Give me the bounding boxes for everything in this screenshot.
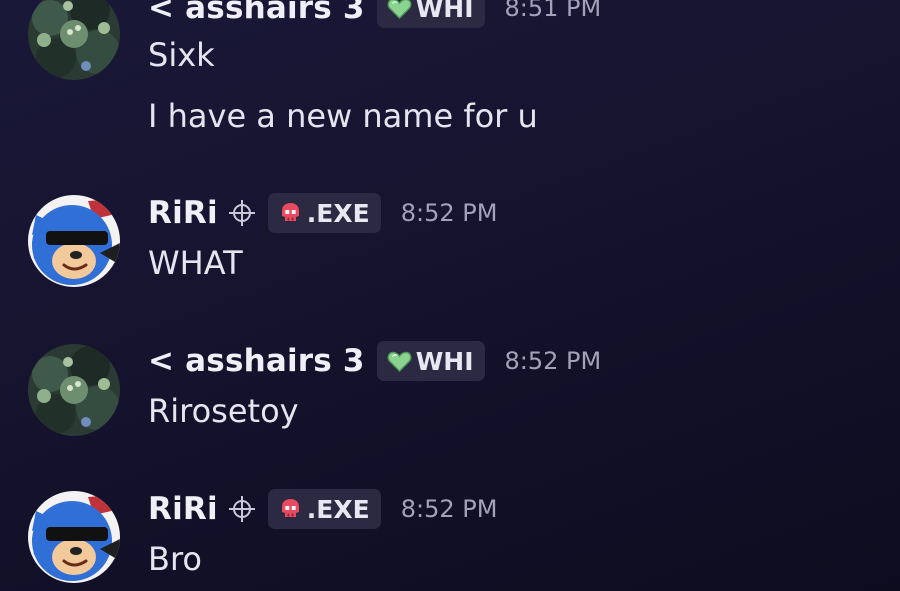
green-heart-icon (387, 0, 412, 21)
role-badge[interactable]: .EXE (267, 489, 381, 529)
message-header: < asshairs 3 WHI 8:51 PM (148, 0, 601, 30)
role-badge[interactable]: WHI (376, 341, 485, 381)
timestamp[interactable]: 8:51 PM (505, 0, 602, 22)
message-text: I have a new name for u (148, 97, 538, 135)
role-badge[interactable]: .EXE (267, 193, 381, 233)
timestamp[interactable]: 8:52 PM (401, 495, 498, 523)
username[interactable]: RiRi (148, 491, 218, 527)
username[interactable]: < asshairs 3 (148, 0, 365, 26)
badge-label: WHI (415, 346, 474, 376)
message-header: RiRi .EXE 8:52 PM (148, 487, 497, 531)
avatar-image (28, 344, 120, 436)
crosshair-icon (228, 199, 256, 227)
crosshair-icon (228, 495, 256, 523)
badge-label: WHI (415, 0, 474, 23)
message-text: Sixk (148, 36, 215, 74)
red-skull-icon (278, 497, 303, 522)
message-text: Bro (148, 540, 202, 578)
avatar[interactable] (28, 0, 120, 80)
timestamp[interactable]: 8:52 PM (401, 199, 498, 227)
message-text: Rirosetoy (148, 392, 299, 430)
message-header: < asshairs 3 WHI 8:52 PM (148, 339, 601, 383)
avatar[interactable] (28, 491, 120, 583)
username[interactable]: < asshairs 3 (148, 343, 365, 379)
username[interactable]: RiRi (148, 195, 218, 231)
green-heart-icon (387, 349, 412, 374)
avatar[interactable] (28, 344, 120, 436)
avatar-image (28, 0, 120, 80)
avatar-image (28, 491, 120, 583)
message-header: RiRi .EXE 8:52 PM (148, 191, 497, 235)
avatar[interactable] (28, 195, 120, 287)
badge-label: .EXE (306, 494, 370, 524)
timestamp[interactable]: 8:52 PM (505, 347, 602, 375)
role-badge[interactable]: WHI (376, 0, 485, 28)
badge-label: .EXE (306, 198, 370, 228)
red-skull-icon (278, 201, 303, 226)
avatar-image (28, 195, 120, 287)
message-text: WHAT (148, 244, 243, 282)
